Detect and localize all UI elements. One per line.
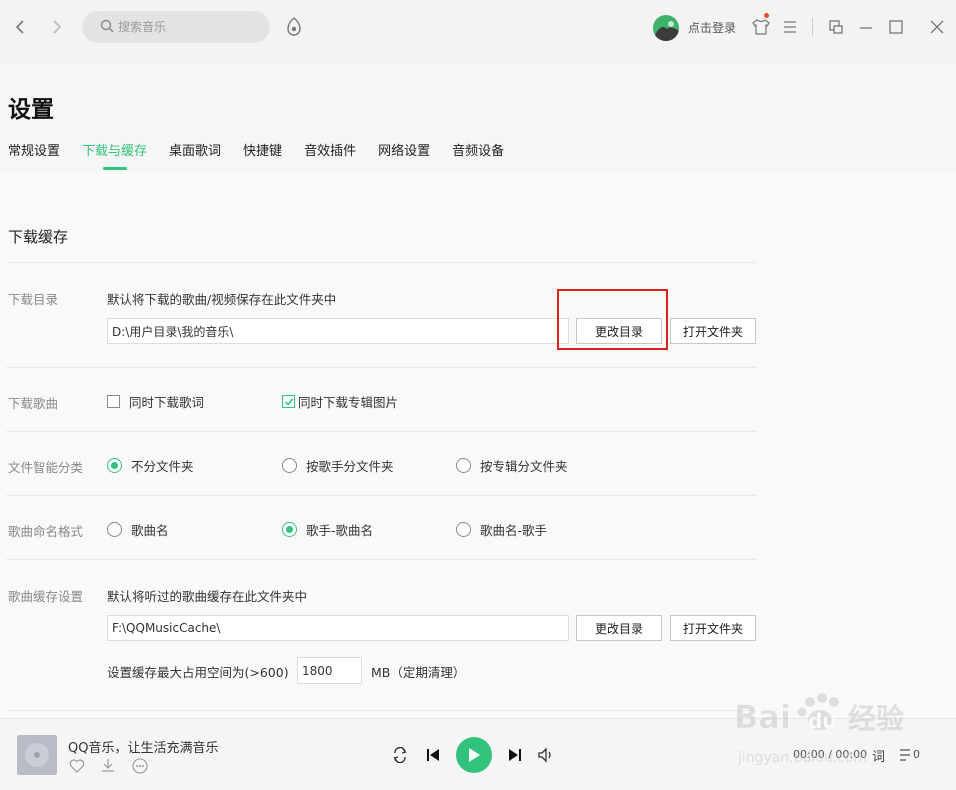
search-box[interactable] xyxy=(82,11,270,43)
cache-path: F:\QQMusicCache\ xyxy=(107,615,569,641)
divider xyxy=(812,18,813,36)
classify-by-artist-option[interactable]: 按歌手分文件夹 xyxy=(282,456,394,475)
divider xyxy=(6,431,756,432)
cache-size-input[interactable]: 1800 xyxy=(297,657,362,684)
highlight-box xyxy=(557,289,668,350)
settings-tabs: 常规设置 下载与缓存 桌面歌词 快捷键 音效插件 网络设置 音频设备 xyxy=(8,140,526,170)
section-title: 下载缓存 xyxy=(8,228,69,246)
divider xyxy=(6,262,756,263)
option-label: 不分文件夹 xyxy=(131,459,194,474)
naming-song-artist-option[interactable]: 歌曲名-歌手 xyxy=(456,520,547,539)
volume-icon[interactable] xyxy=(536,745,556,765)
tab-desktop-lyrics[interactable]: 桌面歌词 xyxy=(169,140,221,170)
option-label: 歌手-歌曲名 xyxy=(306,523,374,538)
naming-artist-song-option[interactable]: 歌手-歌曲名 xyxy=(282,520,373,539)
tab-general[interactable]: 常规设置 xyxy=(8,140,60,170)
tab-download-cache[interactable]: 下载与缓存 xyxy=(82,140,147,170)
divider xyxy=(6,710,756,711)
back-arrow-icon[interactable] xyxy=(9,16,31,38)
play-button[interactable] xyxy=(456,737,492,773)
mini-mode-icon[interactable] xyxy=(826,17,846,37)
more-icon[interactable] xyxy=(131,757,149,775)
classify-label: 文件智能分类 xyxy=(8,460,84,475)
option-label: 同时下载歌词 xyxy=(129,395,205,410)
tab-shortcuts[interactable]: 快捷键 xyxy=(243,140,282,170)
loop-mode-icon[interactable] xyxy=(390,745,410,765)
heart-icon[interactable] xyxy=(68,757,86,775)
check-icon xyxy=(284,398,293,406)
option-label: 歌曲名 xyxy=(131,523,169,538)
play-icon xyxy=(469,748,480,762)
naming-label: 歌曲命名格式 xyxy=(8,524,84,539)
tab-label: 常规设置 xyxy=(8,144,61,159)
radio[interactable] xyxy=(282,458,297,473)
svg-text:du: du xyxy=(808,709,837,733)
tab-label: 网络设置 xyxy=(378,144,431,159)
cache-max-label: 设置缓存最大占用空间为(>600) xyxy=(107,665,289,680)
classify-none-option[interactable]: 不分文件夹 xyxy=(107,456,194,475)
naming-song-option[interactable]: 歌曲名 xyxy=(107,520,169,539)
divider xyxy=(6,367,756,368)
tab-label: 音效插件 xyxy=(304,144,357,159)
lyrics-checkbox[interactable] xyxy=(107,395,120,408)
minimize-icon[interactable] xyxy=(856,17,876,37)
download-cover-option[interactable]: 同时下载专辑图片 xyxy=(282,392,398,411)
next-icon[interactable] xyxy=(505,745,525,765)
close-icon[interactable] xyxy=(927,17,947,37)
cover-checkbox[interactable] xyxy=(282,395,295,408)
open-cache-folder-button[interactable]: 打开文件夹 xyxy=(670,615,756,641)
option-label: 歌曲名-歌手 xyxy=(480,523,548,538)
menu-icon[interactable] xyxy=(780,17,800,37)
svg-text:jingyan.baidu.com: jingyan.baidu.com xyxy=(737,750,867,766)
option-label: 按专辑分文件夹 xyxy=(480,459,568,474)
cache-unit: MB（定期清理） xyxy=(371,665,466,680)
radio[interactable] xyxy=(107,522,122,537)
search-input[interactable] xyxy=(118,20,258,34)
music-recognition-icon[interactable] xyxy=(283,16,305,38)
download-dir-label: 下载目录 xyxy=(8,292,59,307)
login-link[interactable]: 点击登录 xyxy=(688,19,736,36)
tab-sound-plugins[interactable]: 音效插件 xyxy=(304,140,356,170)
active-tab-indicator xyxy=(102,167,127,170)
radio[interactable] xyxy=(456,458,471,473)
previous-icon[interactable] xyxy=(423,745,443,765)
svg-text:Bai: Bai xyxy=(734,698,791,736)
baidu-watermark: Bai du 经验 jingyan.baidu.com xyxy=(730,684,920,768)
tab-label: 音频设备 xyxy=(452,144,505,159)
divider xyxy=(6,559,756,560)
download-icon[interactable] xyxy=(99,756,117,774)
song-title[interactable]: QQ音乐，让生活充满音乐 xyxy=(68,737,218,756)
search-icon xyxy=(100,18,114,37)
radio-selected[interactable] xyxy=(282,522,297,537)
radio[interactable] xyxy=(456,522,471,537)
forward-arrow-icon[interactable] xyxy=(46,16,68,38)
radio-dot xyxy=(286,526,293,533)
cache-label: 歌曲缓存设置 xyxy=(8,589,84,604)
classify-by-album-option[interactable]: 按专辑分文件夹 xyxy=(456,456,568,475)
option-label: 按歌手分文件夹 xyxy=(306,459,394,474)
notification-dot xyxy=(764,13,769,18)
tab-network[interactable]: 网络设置 xyxy=(378,140,430,170)
maximize-icon[interactable] xyxy=(886,17,906,37)
page-title: 设置 xyxy=(8,97,54,123)
download-lyrics-option[interactable]: 同时下载歌词 xyxy=(107,392,204,411)
radio-dot xyxy=(111,462,118,469)
avatar[interactable] xyxy=(653,15,679,41)
change-cache-dir-button[interactable]: 更改目录 xyxy=(576,615,662,641)
tab-audio-device[interactable]: 音频设备 xyxy=(452,140,504,170)
tab-label: 桌面歌词 xyxy=(169,144,222,159)
cache-desc: 默认将听过的歌曲缓存在此文件夹中 xyxy=(107,589,308,604)
download-dir-path: D:\用户目录\我的音乐\ xyxy=(107,318,569,344)
radio-selected[interactable] xyxy=(107,458,122,473)
tab-label: 快捷键 xyxy=(243,144,283,159)
skin-icon[interactable] xyxy=(751,17,771,37)
download-song-label: 下载歌曲 xyxy=(8,396,59,411)
album-cover[interactable] xyxy=(17,735,57,775)
divider xyxy=(6,495,756,496)
download-dir-desc: 默认将下载的歌曲/视频保存在此文件夹中 xyxy=(107,292,337,307)
svg-text:经验: 经验 xyxy=(848,702,904,735)
option-label: 同时下载专辑图片 xyxy=(298,395,399,410)
open-download-folder-button[interactable]: 打开文件夹 xyxy=(670,318,756,344)
tab-label: 下载与缓存 xyxy=(82,144,148,159)
